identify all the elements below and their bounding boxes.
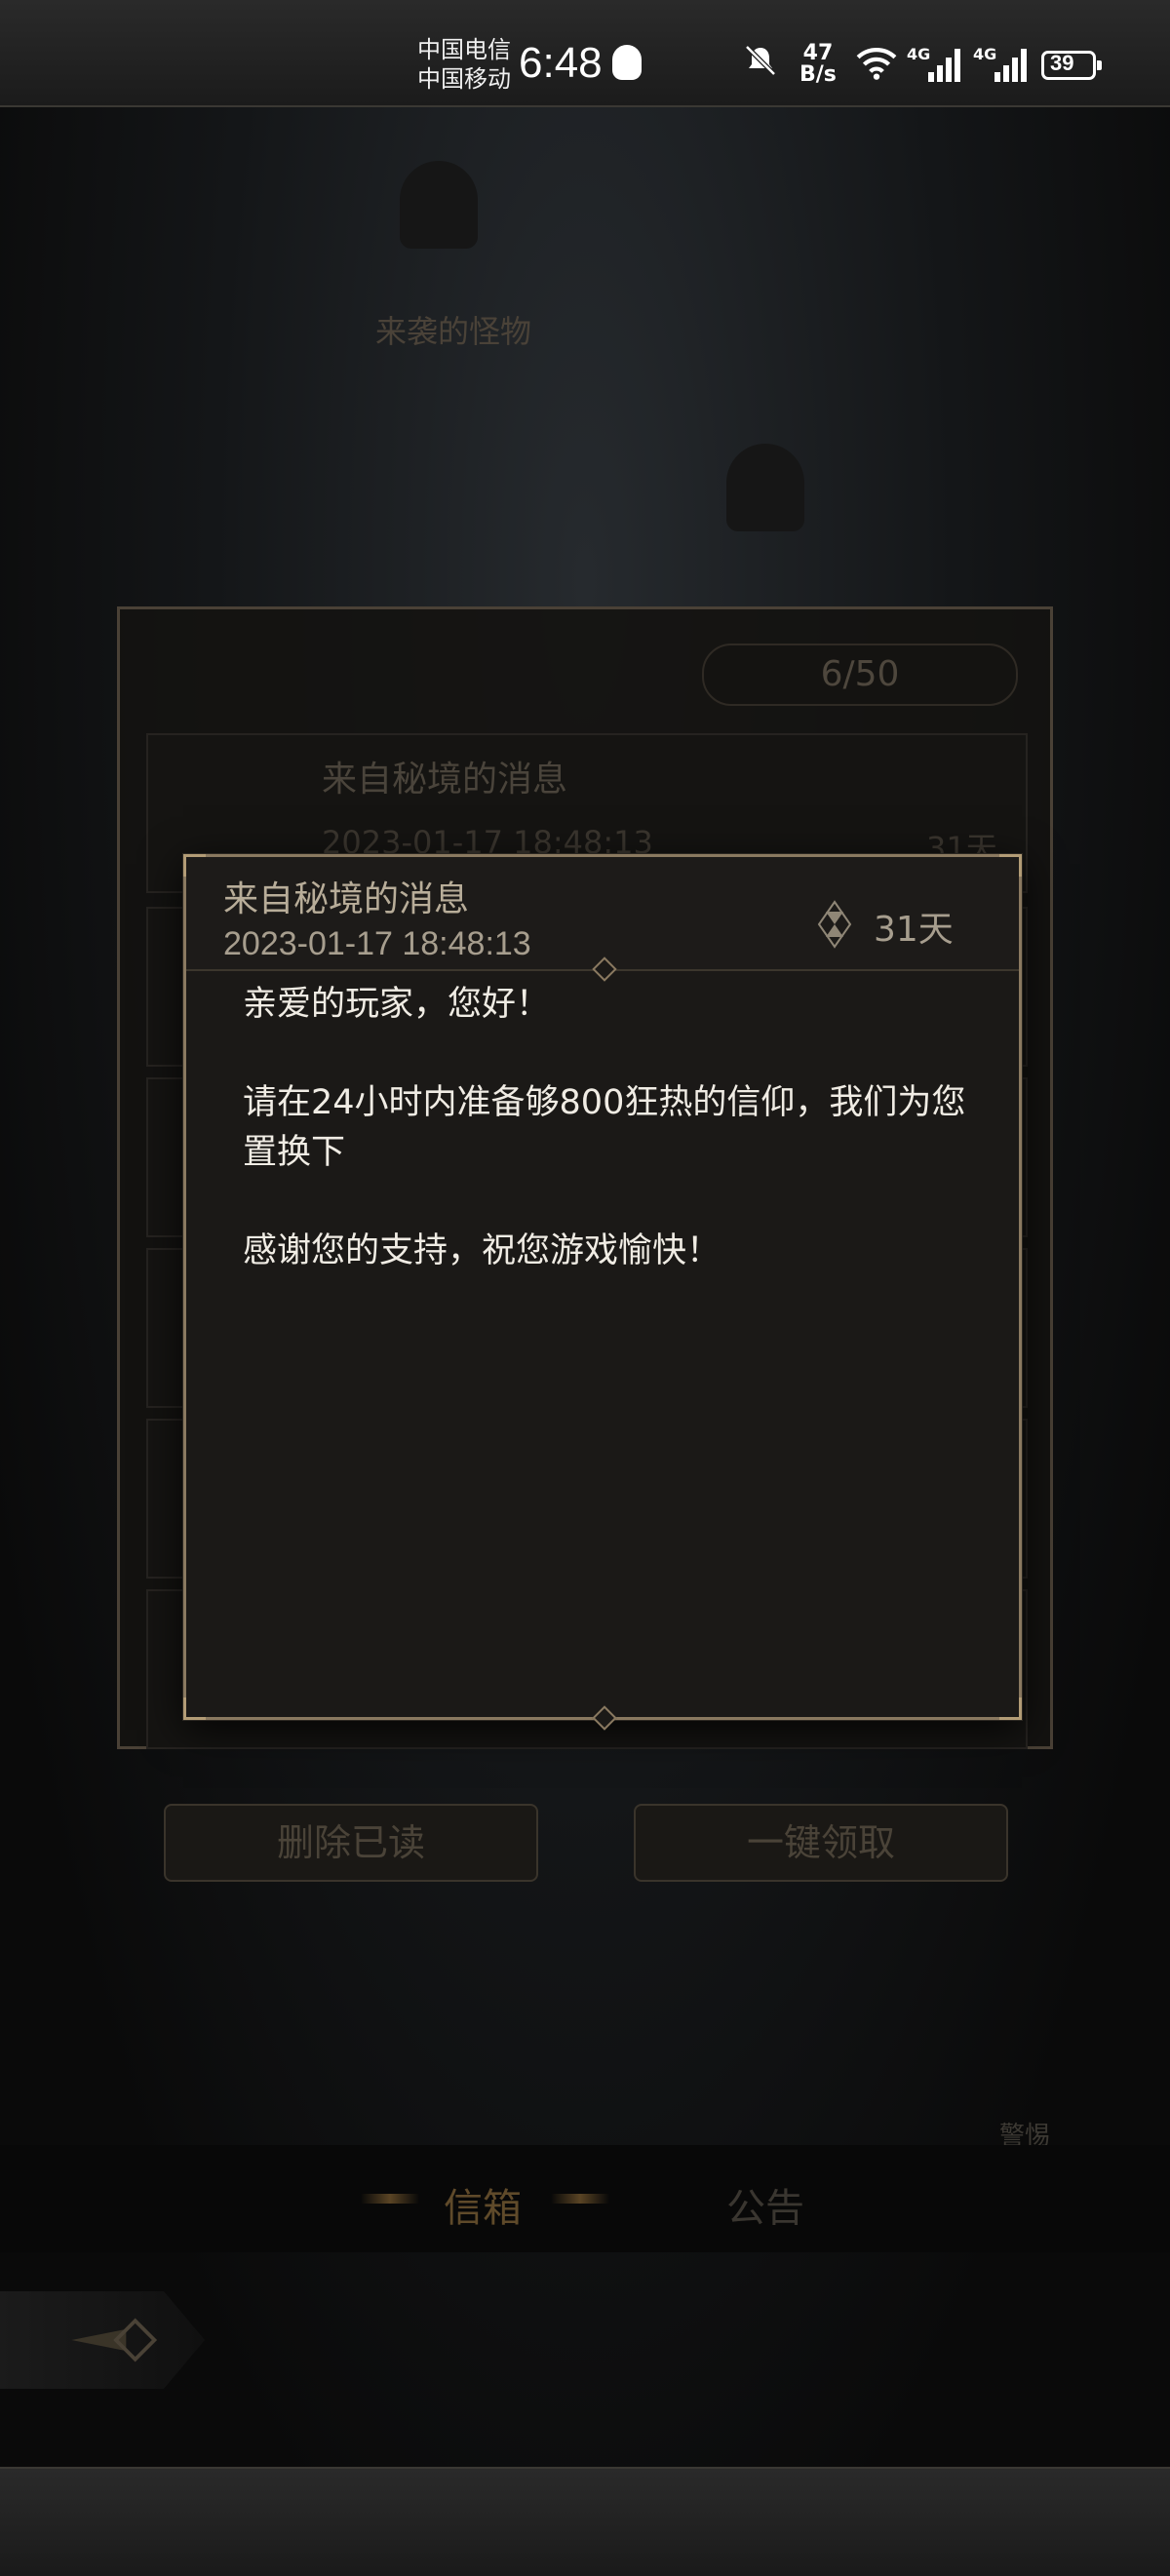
carrier-1: 中国电信 xyxy=(417,36,511,63)
signal-1-icon: 4G xyxy=(907,45,963,82)
tab-notice[interactable]: 公告 xyxy=(726,2176,804,2233)
message-greeting: 亲爱的玩家，您好！ xyxy=(243,985,551,1024)
corner-ornament xyxy=(183,1698,206,1720)
message-closing: 感谢您的支持，祝您游戏愉快！ xyxy=(243,1231,722,1270)
tab-ornament-right xyxy=(551,2194,609,2204)
urn-icon xyxy=(400,161,478,249)
delete-read-button[interactable]: 删除已读 xyxy=(164,1804,538,1882)
signal-1-label: 4G xyxy=(907,45,931,63)
back-button[interactable] xyxy=(0,2291,205,2389)
dialog-header: 来自秘境的消息 2023-01-17 18:48:13 31天 xyxy=(186,857,1019,982)
bell-muted-icon xyxy=(745,45,776,76)
net-speed: 47 B/s xyxy=(800,43,837,86)
dialog-title: 来自秘境的消息 xyxy=(223,879,470,919)
claim-all-button[interactable]: 一键领取 xyxy=(634,1804,1008,1882)
wifi-icon xyxy=(856,48,897,80)
mail-counter: 6/50 xyxy=(702,644,1018,706)
urn-icon xyxy=(726,444,804,531)
message-dialog: 来自秘境的消息 2023-01-17 18:48:13 31天 亲爱的玩家，您好… xyxy=(183,854,1022,1731)
days-remaining: 31天 xyxy=(874,910,954,950)
signal-2-label: 4G xyxy=(973,45,997,63)
carrier-2: 中国移动 xyxy=(417,65,511,93)
dialog-date: 2023-01-17 18:48:13 xyxy=(223,925,531,962)
mail-item-title: 来自秘境的消息 xyxy=(322,760,568,800)
corner-ornament xyxy=(999,1698,1022,1720)
monster-label: 来袭的怪物 xyxy=(375,313,532,350)
status-bar: 中国电信 中国移动 6:48 47 B/s 4G 4G 39 xyxy=(0,0,1170,107)
diamond-arrow-icon xyxy=(71,2318,158,2362)
signal-2-icon: 4G xyxy=(973,45,1030,82)
battery-level: 39 xyxy=(1050,51,1074,75)
carrier-info: 中国电信 中国移动 xyxy=(417,35,511,94)
clock: 6:48 xyxy=(519,39,603,87)
bottom-frame xyxy=(0,2467,1170,2576)
message-paragraph: 请在24小时内准备够800狂热的信仰，我们为您置换下 xyxy=(243,1083,966,1172)
tab-ornament-left xyxy=(361,2194,419,2204)
message-body: 亲爱的玩家，您好！ 请在24小时内准备够800狂热的信仰，我们为您置换下 感谢您… xyxy=(243,980,984,1325)
header-diamond xyxy=(592,956,617,982)
tab-mailbox[interactable]: 信箱 xyxy=(444,2176,522,2233)
net-speed-value: 47 xyxy=(802,41,834,65)
battery-icon: 39 xyxy=(1041,51,1102,80)
qq-icon xyxy=(612,45,642,80)
hourglass-icon xyxy=(817,900,852,949)
net-speed-unit: B/s xyxy=(800,62,837,87)
